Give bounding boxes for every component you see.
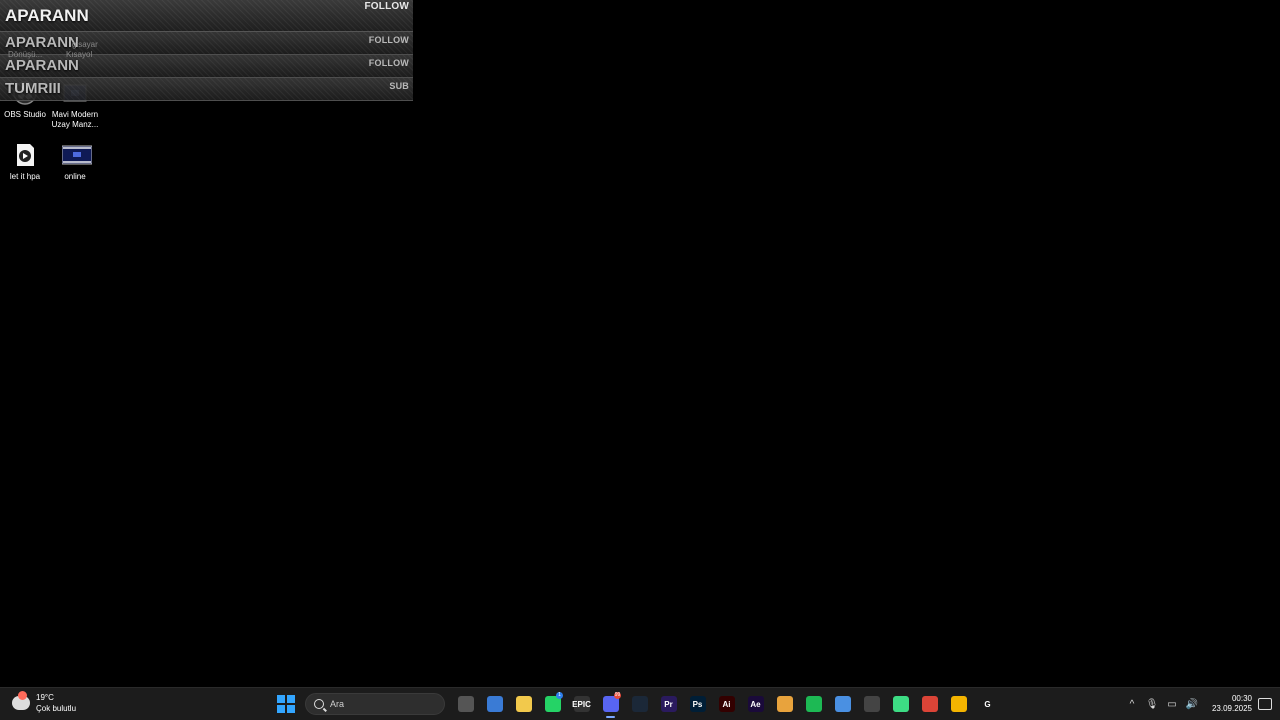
- alert-username: APARANN: [5, 57, 79, 74]
- network-icon[interactable]: ▭: [1162, 688, 1182, 720]
- taskbar-apps: Ara 1 EPIC 99 Pr Ps Ai Ae G: [277, 688, 1002, 720]
- video-file-icon: [61, 142, 93, 168]
- alert-row: TUMRIII SUB: [0, 78, 413, 101]
- weather-temp: 19°C: [36, 693, 54, 702]
- taskbar-app-explorer[interactable]: [509, 688, 538, 720]
- windows-logo-icon: [287, 705, 295, 713]
- taskbar-app-whatsapp[interactable]: 1: [538, 688, 567, 720]
- search-icon: [314, 699, 324, 709]
- clock-date: 23.09.2025: [1211, 704, 1252, 713]
- alert-type: SUB: [389, 81, 409, 91]
- taskbar-app-app-green[interactable]: [886, 688, 915, 720]
- folder-icon: [515, 696, 532, 712]
- taskbar-app-task-view[interactable]: [451, 688, 480, 720]
- app-icon: [892, 696, 909, 712]
- taskbar-app-discord[interactable]: 99: [596, 688, 625, 720]
- alert-username: APARANN: [5, 6, 89, 25]
- desktop-icon-online[interactable]: online: [50, 142, 100, 182]
- ghost-icon-label: Dönüşü...: [8, 50, 43, 59]
- taskbar-app-chrome-1[interactable]: [770, 688, 799, 720]
- logitech-icon: G: [979, 696, 996, 712]
- steam-icon: [631, 696, 648, 712]
- taskbar-app-chrome-3[interactable]: [915, 688, 944, 720]
- weather-desc: Çok bulutlu: [36, 704, 77, 713]
- obs-icon: [863, 696, 880, 712]
- alert-overlay: APARANN FOLLOW APARANN FOLLOW APARANN FO…: [0, 0, 413, 101]
- ghost-icon-label: Kısayol: [66, 50, 93, 59]
- taskbar-app-logitech[interactable]: G: [973, 688, 1002, 720]
- illustrator-icon: Ai: [718, 696, 735, 712]
- taskbar-app-illustrator[interactable]: Ai: [712, 688, 741, 720]
- weather-icon: [12, 691, 30, 710]
- spotify-icon: [805, 696, 822, 712]
- chevron-up-icon[interactable]: ^: [1122, 688, 1142, 720]
- chrome-icon: [834, 696, 851, 712]
- windows-logo-icon: [287, 695, 295, 703]
- taskbar: 19°C Çok bulutlu Ara 1 EPIC 99 Pr Ps Ai Ae G ^ …: [0, 687, 1280, 720]
- alert-row: APARANN FOLLOW: [0, 0, 413, 32]
- taskbar-app-obs[interactable]: [857, 688, 886, 720]
- windows-logo-icon: [277, 695, 285, 703]
- taskbar-app-aftereffects[interactable]: Ae: [741, 688, 770, 720]
- alert-username: TUMRIII: [5, 80, 61, 97]
- ghost-icon-label: gisayar: [72, 40, 98, 49]
- pinned-apps: 1 EPIC 99 Pr Ps Ai Ae G: [451, 688, 1002, 720]
- notification-badge: 1: [556, 692, 563, 699]
- desktop-icon-label: Mavi Modern Uzay Manz...: [51, 110, 99, 129]
- desktop-icon-label: let it hpa: [9, 172, 41, 181]
- taskbar-app-steam[interactable]: [625, 688, 654, 720]
- alert-row: APARANN FOLLOW: [0, 55, 413, 78]
- alert-type: FOLLOW: [364, 1, 409, 12]
- epic-games-icon: EPIC: [572, 696, 591, 712]
- taskbar-app-chrome-4[interactable]: [944, 688, 973, 720]
- volume-icon[interactable]: 🔊: [1182, 688, 1202, 720]
- notification-badge: 99: [614, 692, 621, 699]
- notification-icon[interactable]: [1258, 698, 1272, 710]
- desktop-icon-media[interactable]: let it hpa: [0, 142, 50, 182]
- media-file-icon: [12, 142, 38, 168]
- chrome-icon: [776, 696, 793, 712]
- photoshop-icon: Ps: [689, 696, 706, 712]
- desktop-icon-label: online: [64, 172, 86, 181]
- clock-time: 00:30: [1231, 694, 1252, 703]
- search-placeholder: Ara: [330, 699, 345, 709]
- alert-username: APARANN: [5, 34, 79, 51]
- taskbar-app-spotify[interactable]: [799, 688, 828, 720]
- task-view-icon: [457, 696, 474, 712]
- taskbar-search[interactable]: Ara: [305, 693, 445, 715]
- chrome-icon: [921, 696, 938, 712]
- system-tray: ^ 🎙 ▭ 🔊 00:30 23.09.2025: [1122, 688, 1280, 720]
- chrome-icon: [950, 696, 967, 712]
- start-button[interactable]: [277, 695, 295, 713]
- clock[interactable]: 00:30 23.09.2025: [1202, 694, 1252, 714]
- after-effects-icon: Ae: [747, 696, 764, 712]
- taskbar-app-premiere[interactable]: Pr: [654, 688, 683, 720]
- alert-type: FOLLOW: [368, 58, 409, 68]
- store-icon: [486, 696, 503, 712]
- microphone-icon[interactable]: 🎙: [1142, 688, 1162, 720]
- taskbar-app-epic[interactable]: EPIC: [567, 688, 596, 720]
- taskbar-app-chrome-2[interactable]: [828, 688, 857, 720]
- alert-row: APARANN FOLLOW: [0, 32, 413, 55]
- taskbar-app-store[interactable]: [480, 688, 509, 720]
- taskbar-app-photoshop[interactable]: Ps: [683, 688, 712, 720]
- windows-logo-icon: [277, 705, 285, 713]
- alert-type: FOLLOW: [368, 35, 409, 45]
- weather-widget[interactable]: 19°C Çok bulutlu: [12, 691, 77, 714]
- premiere-icon: Pr: [660, 696, 677, 712]
- desktop-icon-label: OBS Studio: [4, 110, 46, 119]
